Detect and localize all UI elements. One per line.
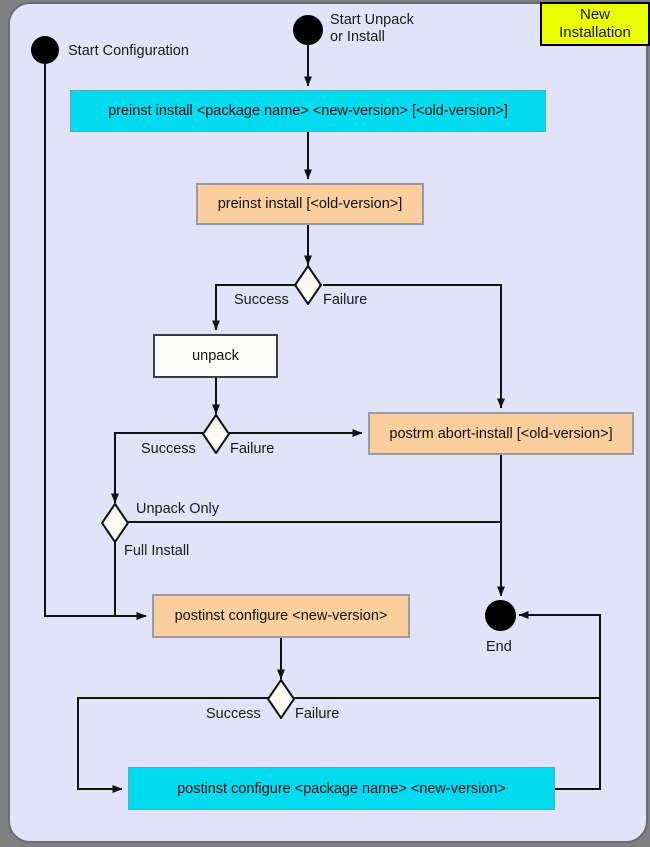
diagram-title-line2: Installation — [559, 24, 631, 41]
action-preinst-install-full[interactable]: preinst install <package name> <new-vers… — [70, 90, 546, 132]
decision-unpack-success-label: Success — [141, 441, 196, 457]
decision-preinst-success-label: Success — [234, 292, 289, 308]
start-unpack-or-install-label: Start Unpack or Install — [330, 12, 414, 46]
end-node[interactable] — [485, 600, 516, 631]
decision-preinst[interactable] — [294, 265, 322, 305]
decision-install-mode[interactable] — [101, 503, 129, 543]
decision-postinst-success-label: Success — [206, 706, 261, 722]
start-configuration-node[interactable] — [31, 36, 59, 64]
end-node-label: End — [486, 639, 512, 655]
decision-postinst-failure-label: Failure — [295, 706, 340, 722]
action-unpack-label: unpack — [192, 348, 239, 364]
action-postinst-configure-full-label: postinst configure <package name> <new-v… — [177, 780, 506, 797]
start-unpack-or-install-node[interactable] — [293, 15, 323, 45]
decision-postinst[interactable] — [267, 679, 295, 719]
action-preinst-install-old[interactable]: preinst install [<old-version>] — [196, 183, 424, 225]
action-unpack[interactable]: unpack — [153, 334, 278, 378]
start-configuration-label: Start Configuration — [68, 43, 189, 59]
decision-unpack-failure-label: Failure — [230, 441, 275, 457]
decision-install-mode-unpackonly-label: Unpack Only — [136, 501, 220, 517]
diagram-title-tag: New Installation — [540, 2, 650, 46]
action-postinst-configure-full[interactable]: postinst configure <package name> <new-v… — [128, 767, 555, 810]
action-preinst-install-full-label: preinst install <package name> <new-vers… — [108, 103, 508, 119]
decision-preinst-failure-label: Failure — [323, 292, 368, 308]
decision-install-mode-fullinstall-label: Full Install — [124, 543, 190, 559]
action-postinst-configure-new-label: postinst configure <new-version> — [174, 608, 388, 624]
action-postinst-configure-new[interactable]: postinst configure <new-version> — [152, 594, 410, 638]
start-unpack-label-line2: or Install — [330, 29, 385, 45]
action-postrm-abort-install-label: postrm abort-install [<old-version>] — [389, 425, 613, 442]
diagram-canvas: New Installation Start Configuration Sta… — [0, 0, 650, 847]
action-postrm-abort-install[interactable]: postrm abort-install [<old-version>] — [368, 412, 634, 455]
action-preinst-install-old-label: preinst install [<old-version>] — [217, 196, 403, 212]
start-unpack-label-line1: Start Unpack — [330, 12, 414, 28]
diagram-title-line1: New — [579, 6, 610, 23]
decision-unpack[interactable] — [202, 414, 230, 454]
